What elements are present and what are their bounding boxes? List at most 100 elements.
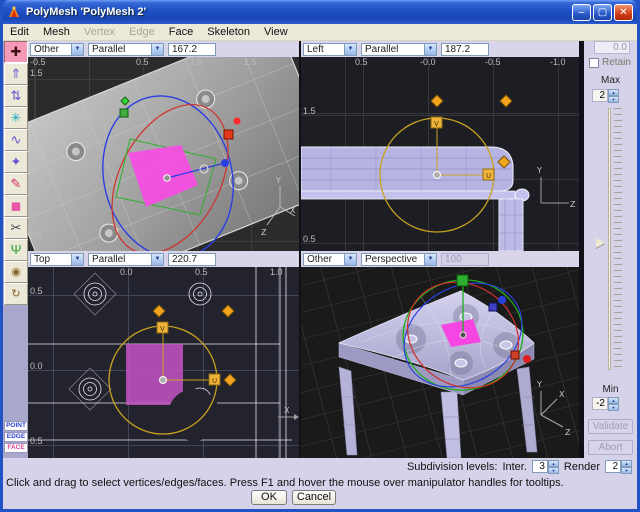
ruler-label: -0.5 — [485, 58, 501, 67]
viewport-bottom-left[interactable]: V U X 0.0 0.5 1.0 0.5 0.0 0.5 — [28, 267, 299, 458]
retain-label: Retain — [602, 57, 631, 68]
viewport-bl-controls: Top ▼ Parallel ▼ — [28, 251, 299, 267]
spinner-up-icon[interactable]: ▲ — [548, 460, 559, 467]
menu-view[interactable]: View — [257, 25, 295, 39]
menu-face[interactable]: Face — [162, 25, 200, 39]
orange-marker[interactable] — [224, 374, 236, 386]
close-button[interactable]: ✕ — [614, 4, 633, 21]
spinner-down-icon[interactable]: ▼ — [548, 467, 559, 474]
chevron-down-icon[interactable]: ▼ — [71, 44, 83, 55]
svg-text:Y: Y — [275, 176, 281, 185]
chevron-down-icon[interactable]: ▼ — [344, 254, 356, 265]
chevron-down-icon[interactable]: ▼ — [71, 254, 83, 265]
range-slider-thumb[interactable] — [596, 238, 605, 248]
ruler-label: 0.0 — [120, 268, 133, 277]
subdivision-controls: Subdivision levels: Inter. 3 ▲▼ Render 2… — [407, 460, 632, 473]
spinner-down-icon[interactable]: ▼ — [621, 467, 632, 474]
inter-label: Inter. — [502, 461, 526, 473]
tool-palette: ✚ ⇑ ⇅ ✳ ∿ ✦ ✎ ◼ ✂ Ψ ◉ ↻ POINT EDGE FACE — [3, 41, 29, 458]
chevron-down-icon[interactable]: ▼ — [424, 44, 436, 55]
max-spinner: 2 ▲▼ — [592, 89, 619, 102]
ruler-label: 0.5 — [136, 58, 149, 67]
ruler-label: -0.5 — [30, 58, 46, 67]
magnet-move-tool[interactable]: ◉ — [4, 261, 28, 283]
select-move-tool[interactable]: ✚ — [4, 41, 28, 63]
view-select-bl[interactable]: Top ▼ — [30, 253, 84, 266]
weld-vertices-tool[interactable]: ✳ — [4, 107, 28, 129]
min-spinner: -2 ▲▼ — [592, 397, 619, 410]
ruler-label: 0.5 — [355, 58, 368, 67]
view-select-tl[interactable]: Other ▼ — [30, 43, 84, 56]
viewport-top-right[interactable]: V U Y Z 0.5 -0.0 -0.5 -1.0 1.5 0.5 — [301, 57, 579, 251]
orange-marker[interactable] — [500, 95, 512, 107]
red-marker[interactable] — [234, 118, 241, 125]
inter-spinner[interactable]: 3 ▲▼ — [532, 460, 559, 473]
blue-axis-handle[interactable] — [221, 159, 229, 167]
ruler-label: 0.5 — [30, 177, 43, 186]
viewport-bottom-right[interactable]: Y X Z — [301, 267, 579, 458]
menu-vertex: Vertex — [77, 25, 122, 39]
retain-checkbox[interactable] — [589, 58, 599, 68]
chevron-down-icon[interactable]: ▼ — [151, 254, 163, 265]
render-spinner[interactable]: 2 ▲▼ — [605, 460, 632, 473]
svg-text:Y: Y — [536, 380, 542, 389]
ruler-label: 1.5 — [303, 107, 316, 116]
range-slider-track — [608, 108, 611, 370]
viewport-top-left[interactable]: Y X Z -0.5 0.5 1.0 1.5 1.5 0.5 0.0 — [28, 57, 299, 251]
svg-text:X: X — [290, 206, 296, 215]
mode-face-button[interactable]: FACE — [4, 443, 28, 453]
manipulator-panel: Retain Max 2 ▲▼ Min -2 ▲▼ Validate Abort — [584, 41, 637, 458]
titlebar: PolyMesh 'PolyMesh 2' – ▢ ✕ — [3, 0, 637, 24]
window-title: PolyMesh 'PolyMesh 2' — [26, 6, 570, 18]
ruler-label: 0.5 — [303, 235, 316, 244]
projection-select-tr[interactable]: Parallel ▼ — [361, 43, 437, 56]
extrude-faces-tool[interactable]: ⇑ — [4, 63, 28, 85]
mode-edge-button[interactable]: EDGE — [4, 432, 28, 442]
minimize-button[interactable]: – — [572, 4, 591, 21]
magnet-rotate-tool[interactable]: ↻ — [4, 283, 28, 305]
svg-text:V: V — [434, 120, 439, 128]
create-polygon-tool[interactable]: ◼ — [4, 195, 28, 217]
orange-marker[interactable] — [222, 305, 234, 317]
tweak-vertices-tool[interactable]: ✦ — [4, 151, 28, 173]
cut-curve-tool[interactable]: ✂ — [4, 217, 28, 239]
axis-gizmo — [541, 177, 569, 203]
zoom-field-tr[interactable] — [441, 43, 489, 56]
zoom-field-bl[interactable] — [168, 253, 216, 266]
view-select-br[interactable]: Other ▼ — [303, 253, 357, 266]
view-select-tr[interactable]: Left ▼ — [303, 43, 357, 56]
zoom-field-tl[interactable] — [168, 43, 216, 56]
orange-marker[interactable] — [153, 305, 165, 317]
abort-button: Abort — [588, 440, 633, 455]
svg-text:X: X — [284, 406, 290, 415]
ok-button[interactable]: OK — [251, 490, 287, 505]
bend-edges-tool[interactable]: ∿ — [4, 129, 28, 151]
zoom-field-br — [441, 253, 489, 266]
knife-tool[interactable]: ✎ — [4, 173, 28, 195]
svg-text:U: U — [212, 377, 217, 385]
menu-edit[interactable]: Edit — [3, 25, 36, 39]
cancel-button[interactable]: Cancel — [292, 490, 336, 505]
spinner-up-icon: ▲ — [608, 397, 619, 404]
chevron-down-icon[interactable]: ▼ — [151, 44, 163, 55]
orange-marker[interactable] — [431, 95, 443, 107]
blue-marker[interactable] — [498, 296, 506, 304]
chevron-down-icon[interactable]: ▼ — [424, 254, 436, 265]
mode-point-button[interactable]: POINT — [4, 421, 28, 431]
menu-skeleton[interactable]: Skeleton — [200, 25, 257, 39]
chevron-down-icon[interactable]: ▼ — [344, 44, 356, 55]
red-marker[interactable] — [523, 355, 531, 363]
svg-text:X: X — [559, 390, 565, 399]
projection-select-br[interactable]: Perspective ▼ — [361, 253, 437, 266]
projection-select-tl[interactable]: Parallel ▼ — [88, 43, 164, 56]
projection-select-bl[interactable]: Parallel ▼ — [88, 253, 164, 266]
green-axis-handle[interactable] — [457, 275, 468, 286]
maximize-button[interactable]: ▢ — [593, 4, 612, 21]
polymesh-window: PolyMesh 'PolyMesh 2' – ▢ ✕ Edit Mesh Ve… — [0, 0, 640, 512]
skeleton-tool[interactable]: Ψ — [4, 239, 28, 261]
menu-mesh[interactable]: Mesh — [36, 25, 77, 39]
spinner-down-icon: ▼ — [608, 96, 619, 103]
spinner-up-icon[interactable]: ▲ — [621, 460, 632, 467]
selected-face[interactable] — [126, 344, 183, 405]
inset-faces-tool[interactable]: ⇅ — [4, 85, 28, 107]
